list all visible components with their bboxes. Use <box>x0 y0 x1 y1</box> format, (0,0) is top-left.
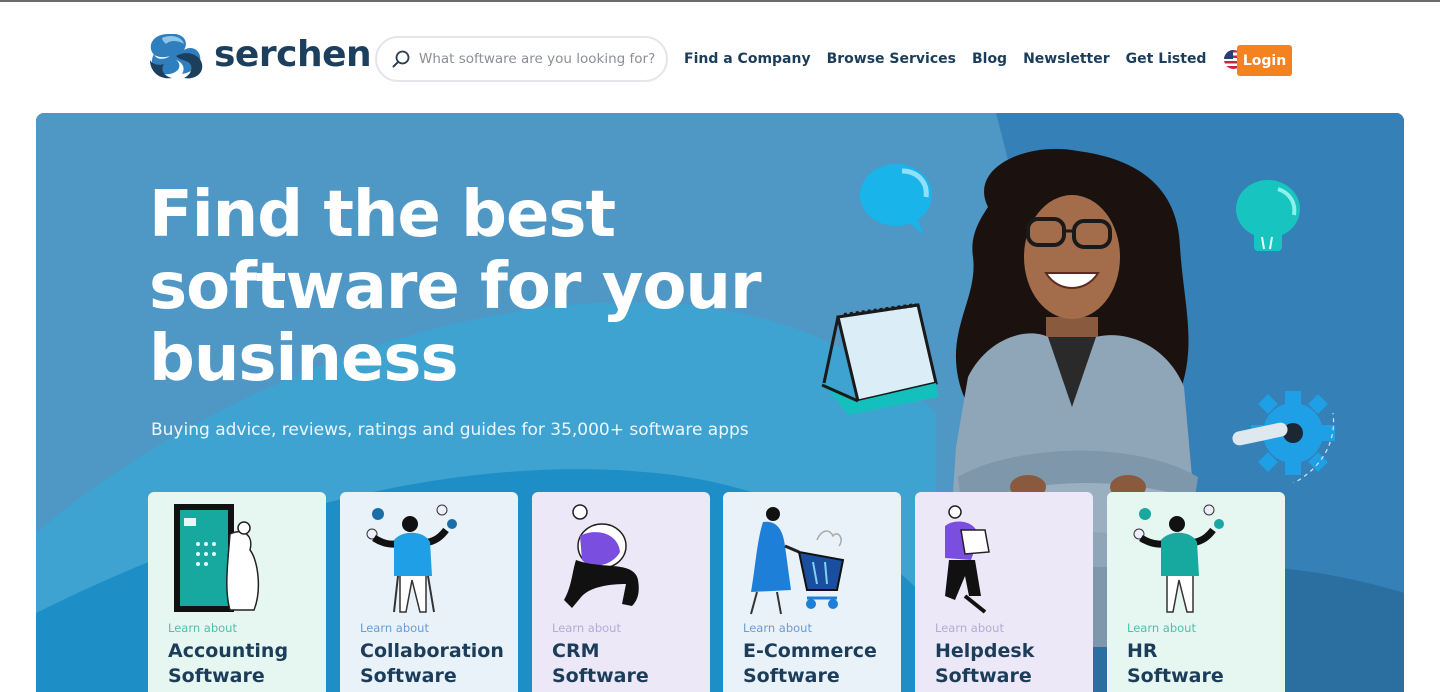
hero-headline-line-2: software for your <box>149 250 762 324</box>
shopping-cart-illustration <box>750 507 845 615</box>
card-title-line-1: Collaboration <box>360 640 504 662</box>
gear-wrench-icon <box>1232 391 1335 483</box>
category-card-hr[interactable]: Learn about HR Software <box>1107 492 1285 692</box>
card-title: CRM Software <box>552 639 702 689</box>
card-title-line-1: Accounting <box>168 640 289 662</box>
card-title-line-1: Helpdesk <box>935 640 1035 662</box>
card-title-line-2: Software <box>360 665 457 687</box>
hero-headline-line-3: business <box>149 322 459 396</box>
nav-browse-services[interactable]: Browse Services <box>827 51 956 67</box>
card-title-line-2: Software <box>168 665 265 687</box>
brand-name: serchen <box>214 33 372 75</box>
card-title: Accounting Software <box>168 639 318 689</box>
search-icon <box>392 50 410 68</box>
nav-get-listed[interactable]: Get Listed <box>1126 51 1207 67</box>
sitting-person-illustration <box>564 504 639 608</box>
lightbulb-icon <box>1236 180 1300 251</box>
serchen-swirl-logo-icon <box>146 30 208 82</box>
speech-bubble-icon <box>860 164 932 235</box>
person-with-box-illustration <box>945 505 990 614</box>
category-card-helpdesk[interactable]: Learn about Helpdesk Software <box>915 492 1093 692</box>
category-card-accounting[interactable]: Learn about Accounting Software <box>148 492 326 692</box>
card-learn-about: Learn about <box>1127 621 1196 635</box>
hero-headline: Find the best software for your business <box>149 179 829 395</box>
card-title: Collaboration Software <box>360 639 510 689</box>
card-title: HR Software <box>1127 639 1277 689</box>
main-nav: Find a Company Browse Services Blog News… <box>684 46 1281 72</box>
search-box[interactable] <box>375 36 668 82</box>
card-learn-about: Learn about <box>743 621 812 635</box>
login-button[interactable]: Login <box>1237 45 1292 76</box>
card-learn-about: Learn about <box>935 621 1004 635</box>
card-title-line-1: CRM <box>552 640 600 662</box>
card-learn-about: Learn about <box>552 621 621 635</box>
category-card-crm[interactable]: Learn about CRM Software <box>532 492 710 692</box>
nav-blog[interactable]: Blog <box>972 51 1007 67</box>
card-title: E-Commerce Software <box>743 639 893 689</box>
card-title-line-1: E-Commerce <box>743 640 877 662</box>
card-title-line-2: Software <box>1127 665 1224 687</box>
juggling-person-illustration <box>366 504 457 613</box>
card-learn-about: Learn about <box>168 621 237 635</box>
category-card-ecommerce[interactable]: Learn about E-Commerce Software <box>723 492 901 692</box>
nav-newsletter[interactable]: Newsletter <box>1023 51 1110 67</box>
card-title-line-2: Software <box>552 665 649 687</box>
card-learn-about: Learn about <box>360 621 429 635</box>
hero-subheadline: Buying advice, reviews, ratings and guid… <box>151 420 749 440</box>
serchen-logo[interactable]: serchen <box>146 30 372 82</box>
card-title-line-2: Software <box>935 665 1032 687</box>
hero-banner: Find the best software for your business… <box>36 113 1404 692</box>
card-title: Helpdesk Software <box>935 639 1085 689</box>
search-input[interactable] <box>419 51 659 67</box>
building-and-figure-illustration <box>174 504 260 612</box>
juggling-person-illustration <box>1133 504 1224 613</box>
site-header: serchen Find a Company Browse Services B… <box>0 2 1440 113</box>
card-title-line-1: HR <box>1127 640 1158 662</box>
card-title-line-2: Software <box>743 665 840 687</box>
hero-headline-line-1: Find the best <box>149 178 616 252</box>
nav-find-a-company[interactable]: Find a Company <box>684 51 811 67</box>
category-card-collaboration[interactable]: Learn about Collaboration Software <box>340 492 518 692</box>
